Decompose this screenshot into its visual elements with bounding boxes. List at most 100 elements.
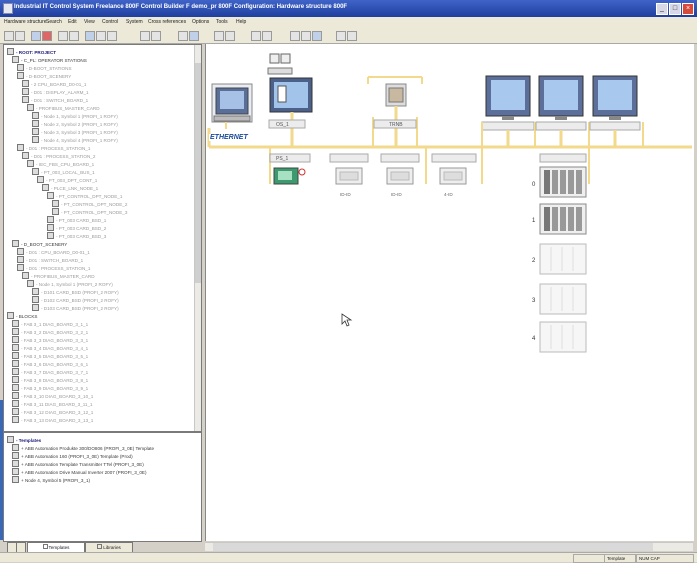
- find-button[interactable]: [290, 31, 300, 41]
- copy-button[interactable]: [69, 31, 79, 41]
- menu-search[interactable]: Search: [46, 19, 62, 25]
- tree-item[interactable]: - Node 2, Symbol 2 (PROFI_1 ROFY): [32, 120, 118, 127]
- tree-item[interactable]: - D01 : PROCESS_STATION_2: [22, 152, 95, 159]
- tree-item[interactable]: - D01 : PROCESS_STATION_1: [17, 264, 90, 271]
- tree-item[interactable]: - D01 : CPU_BOARD_D0-01_1: [17, 248, 90, 255]
- tree-item[interactable]: - FAB 3_7 DIAG_BOARD_3_7_1: [12, 368, 88, 375]
- tree-item[interactable]: - Node 1, Symbol 1 (PROFI_2 ROFY): [27, 280, 113, 287]
- tree-item[interactable]: - FAB 3_1 DIAG_BOARD_3_1_1: [12, 320, 88, 327]
- io-unit-3[interactable]: [431, 153, 477, 185]
- template-item[interactable]: + ABB Automation Drive Manual Inverter 2…: [12, 468, 147, 475]
- tree-item[interactable]: - D_BOOT_SCENERY: [12, 240, 67, 247]
- tree-item[interactable]: - PT_CONTROL_DPT_NODE_2: [52, 200, 127, 207]
- help-button[interactable]: [225, 31, 235, 41]
- tree-item[interactable]: - PLCE_LNK_NODE_1: [42, 184, 98, 191]
- menu-options[interactable]: Options: [192, 19, 209, 25]
- close-button[interactable]: ×: [682, 3, 694, 15]
- tree-item[interactable]: - PT_003_LOCAL_BUS_1: [32, 168, 95, 175]
- tree-item[interactable]: - PT_003_DPT_CONT_1: [37, 176, 97, 183]
- zoom-in-button[interactable]: [178, 31, 188, 41]
- undo-button[interactable]: [96, 31, 106, 41]
- tree-item[interactable]: - D102 CARD_BSD (PROFI_2 ROFY): [32, 296, 119, 303]
- io-unit-2[interactable]: [380, 153, 420, 185]
- templates-tree-panel[interactable]: - Templates + ABB Automation Produkte 300…: [3, 432, 202, 542]
- tree-item[interactable]: - FAB 3_8 DIAG_BOARD_3_8_1: [12, 376, 88, 383]
- project-tree-scrollbar[interactable]: [194, 45, 201, 431]
- tree-item[interactable]: - IEC_FBS_CPU_BOARD_1: [27, 160, 94, 167]
- tree-item[interactable]: - FAB 3_5 DIAG_BOARD_3_5_1: [12, 352, 88, 359]
- template-item[interactable]: + ABB Automation 160 (PROFI_3_0E) Templa…: [12, 452, 133, 459]
- tree-item[interactable]: - PT_003 CARD_BSD_1: [47, 216, 106, 223]
- canvas-horizontal-scrollbar[interactable]: [205, 542, 693, 551]
- operator-station-os1[interactable]: [267, 53, 313, 147]
- tree-item[interactable]: - D-BOOT_SCENERY: [17, 72, 71, 79]
- menu-control[interactable]: Control: [102, 19, 118, 25]
- tree-item[interactable]: - D01 : SWITCH_BOARD_1: [17, 256, 83, 263]
- tree-item[interactable]: - FAB 3_10 DIAG_BOARD_3_10_1: [12, 392, 93, 399]
- menu-edit[interactable]: Edit: [68, 19, 77, 25]
- template-item[interactable]: + Node 4, Symbol 5 (PROFI_3_1): [12, 476, 90, 483]
- tree-item[interactable]: - PROFIBUS_MASTER_CARD: [27, 104, 100, 111]
- menu-cross-references[interactable]: Cross references: [148, 19, 186, 25]
- grid-button[interactable]: [336, 31, 346, 41]
- filter-button[interactable]: [301, 31, 311, 41]
- redo-button[interactable]: [107, 31, 117, 41]
- tree-item[interactable]: - D01 : PROCESS_STATION_1: [17, 144, 90, 151]
- rack-3[interactable]: [539, 283, 587, 315]
- template-item[interactable]: + ABB Automation Template Transmitter TT…: [12, 460, 144, 467]
- maximize-button[interactable]: □: [669, 3, 681, 15]
- open-button[interactable]: [15, 31, 25, 41]
- tree-item[interactable]: - BLOCKS: [7, 312, 37, 319]
- hardware-diagram-canvas[interactable]: OS_1 TRNB PS_1 ID-ID ID-ID 4-ID 0 1 2 3 …: [205, 44, 694, 541]
- connect-button[interactable]: [262, 31, 272, 41]
- operator-monitor-1[interactable]: [481, 75, 536, 147]
- commission-button[interactable]: [140, 31, 150, 41]
- minimize-button[interactable]: _: [656, 3, 668, 15]
- print-button[interactable]: [42, 31, 52, 41]
- tree-item[interactable]: - PT_003 CARD_BSD_3: [47, 232, 106, 239]
- io-unit-1[interactable]: [329, 153, 369, 185]
- tree-item[interactable]: - FAB 3_11 DIAG_BOARD_3_11_1: [12, 400, 93, 407]
- operator-monitor-3[interactable]: [589, 75, 644, 147]
- tree-item[interactable]: - 2 CPU_BOARD_D0-01_1: [22, 80, 86, 87]
- tree-item[interactable]: - FAB 3_2 DIAG_BOARD_3_2_1: [12, 328, 88, 335]
- tree-item[interactable]: - FAB 3_12 DIAG_BOARD_3_12_1: [12, 408, 93, 415]
- rack-1[interactable]: [539, 203, 587, 235]
- arrow-button[interactable]: [251, 31, 261, 41]
- properties-button[interactable]: [214, 31, 224, 41]
- template-item[interactable]: - Templates: [7, 436, 41, 443]
- zoom-out-button[interactable]: [189, 31, 199, 41]
- rack-0[interactable]: [539, 166, 587, 198]
- template-item[interactable]: + ABB Automation Produkte 300/DO806 (PRO…: [12, 444, 154, 451]
- new-button[interactable]: [4, 31, 14, 41]
- tree-item[interactable]: - PT_CONTROL_DPT_NODE_1: [47, 192, 122, 199]
- tree-item[interactable]: - Node 4, Symbol 4 (PROFI_1 ROFY): [32, 136, 118, 143]
- tree-item[interactable]: - ROOT: PROJECT: [7, 48, 56, 55]
- menu-hardware-structure[interactable]: Hardware structure: [4, 19, 47, 25]
- tree-item[interactable]: - FAB 3_4 DIAG_BOARD_3_4_1: [12, 344, 88, 351]
- menu-tools[interactable]: Tools: [216, 19, 228, 25]
- tree-item[interactable]: - D101 CARD_BSD (PROFI_2 ROFY): [32, 288, 119, 295]
- tree-item[interactable]: - D103 CARD_BSD (PROFI_2 ROFY): [32, 304, 119, 311]
- tree-item[interactable]: - C_PL: OPERATOR STATIONS: [12, 56, 87, 63]
- project-tree-panel[interactable]: - ROOT: PROJECT - C_PL: OPERATOR STATIONS…: [3, 44, 202, 432]
- tree-item[interactable]: - D01 : DISPLAY_ALARM_1: [22, 88, 89, 95]
- tree-item[interactable]: - PT_003 CARD_BSD_2: [47, 224, 106, 231]
- scrollbar-thumb[interactable]: [195, 63, 201, 283]
- tree-item[interactable]: - FAB 3_13 DIAG_BOARD_3_13_1: [12, 416, 93, 423]
- tree-item[interactable]: - D-BOOT_STATIONS: [17, 64, 72, 71]
- tree-item[interactable]: - FAB 3_6 DIAG_BOARD_3_6_1: [12, 360, 88, 367]
- tree-item[interactable]: - D01 : SWITCH_BOARD_1: [22, 96, 88, 103]
- save-button[interactable]: [31, 31, 41, 41]
- horizontal-scroll-thumb[interactable]: [213, 543, 653, 551]
- window-button[interactable]: [347, 31, 357, 41]
- tree-item[interactable]: - PROFIBUS_MASTER_CARD: [22, 272, 95, 279]
- rack-4[interactable]: [539, 321, 587, 353]
- tree-item[interactable]: - FAB 3_9 DIAG_BOARD_3_9_1: [12, 384, 88, 391]
- tree-item[interactable]: - Node 1, Symbol 1 (PROFI_1 ROFY): [32, 112, 118, 119]
- menu-help[interactable]: Help: [236, 19, 246, 25]
- tree-item[interactable]: - PT_CONTROL_DPT_NODE_3: [52, 208, 127, 215]
- gateway-station[interactable]: [367, 76, 423, 147]
- tree-item[interactable]: - Node 3, Symbol 3 (PROFI_1 ROFY): [32, 128, 118, 135]
- tree-item[interactable]: - FAB 3_3 DIAG_BOARD_3_3_1: [12, 336, 88, 343]
